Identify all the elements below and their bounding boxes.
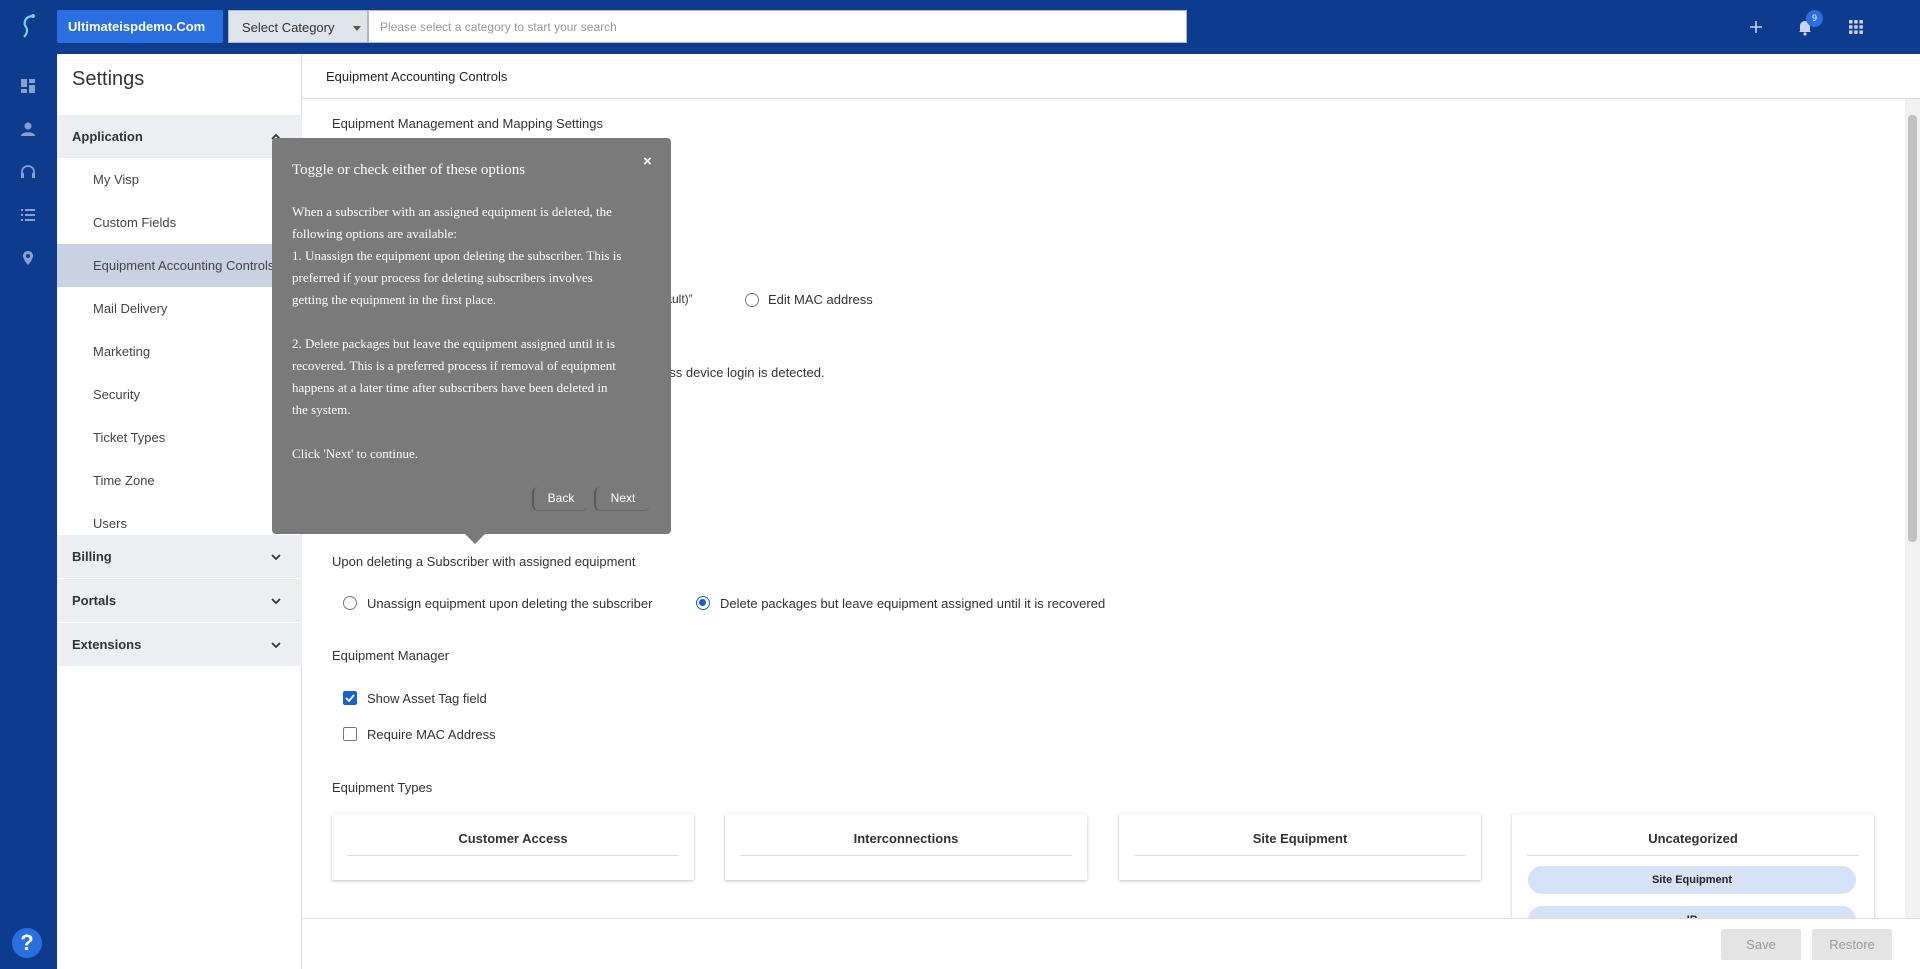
app-logo-icon[interactable] — [18, 13, 40, 39]
sidebar-item-my-visp[interactable]: My Visp — [57, 158, 302, 201]
equipment-type-title: Interconnections — [740, 831, 1072, 856]
section-label: Billing — [72, 549, 112, 564]
help-button[interactable]: ? — [12, 928, 42, 958]
left-rail — [0, 54, 57, 969]
equipment-type-pill[interactable]: Site Equipment — [1528, 866, 1856, 894]
brand-button[interactable]: Ultimateispdemo.Com — [57, 10, 223, 43]
tooltip-text: When a subscriber with an assigned equip… — [292, 204, 612, 219]
edit-mac-radio[interactable] — [745, 293, 759, 307]
content-scrollbar[interactable] — [1905, 99, 1920, 918]
equipment-type-card: Site Equipment — [1119, 814, 1481, 880]
plus-icon[interactable] — [1746, 17, 1766, 37]
tooltip-text: recovered. This is a preferred process i… — [292, 358, 616, 373]
page-title: Equipment Accounting Controls — [326, 69, 508, 84]
notification-badge: 9 — [1806, 10, 1823, 27]
tooltip-text: Click 'Next' to continue. — [292, 446, 418, 461]
device-login-label: ess device login is detected. — [662, 365, 825, 380]
equipment-type-card: Uncategorized Site Equipment IP — [1512, 814, 1874, 918]
checkmark-icon — [345, 694, 355, 703]
tooltip-back-button[interactable]: Back — [532, 487, 588, 511]
sidebar-item-security[interactable]: Security — [57, 373, 302, 416]
category-select-label: Select Category — [242, 20, 335, 35]
require-mac-checkbox[interactable] — [343, 727, 357, 741]
tooltip-text: the system. — [292, 402, 351, 417]
delete-subscriber-heading: Upon deleting a Subscriber with assigned… — [332, 554, 636, 569]
tooltip-text: getting the equipment in the first place… — [292, 292, 496, 307]
equipment-manager-heading: Equipment Manager — [332, 648, 450, 663]
section-label: Application — [72, 129, 143, 144]
equipment-type-card: Interconnections — [725, 814, 1087, 880]
section-application[interactable]: Application — [57, 115, 302, 158]
settings-sidebar: Settings Application My Visp Custom Fiel… — [57, 54, 302, 969]
equipment-type-card: Customer Access — [332, 814, 694, 880]
unassign-equipment-label: Unassign equipment upon deleting the sub… — [367, 596, 653, 611]
section-billing[interactable]: Billing — [57, 535, 302, 578]
top-bar: Ultimateispdemo.Com Select Category 9 — [0, 0, 1920, 54]
sidebar-item-mail-delivery[interactable]: Mail Delivery — [57, 287, 302, 330]
chevron-down-icon — [271, 554, 281, 561]
section-label: Portals — [72, 593, 117, 608]
tooltip-text: 2. Delete packages but leave the equipme… — [292, 336, 616, 351]
main-header: Equipment Accounting Controls — [302, 54, 1920, 99]
scrollbar-thumb[interactable] — [1908, 115, 1917, 542]
edit-mac-label: Edit MAC address — [768, 292, 873, 307]
headset-icon[interactable] — [19, 163, 37, 181]
sidebar-item-ticket-types[interactable]: Ticket Types — [57, 416, 302, 459]
tooltip-text: following options are available: — [292, 226, 457, 241]
require-mac-label: Require MAC Address — [367, 727, 496, 742]
search-input[interactable] — [368, 10, 1187, 43]
section-label: Extensions — [72, 637, 142, 652]
caret-down-icon — [353, 26, 361, 31]
save-button[interactable]: Save — [1721, 929, 1801, 960]
tooltip-title: Toggle or check either of these options — [292, 162, 526, 178]
sidebar-title: Settings — [72, 68, 145, 90]
equipment-type-pill[interactable]: IP — [1528, 906, 1856, 918]
sidebar-item-marketing[interactable]: Marketing — [57, 330, 302, 373]
location-pin-icon[interactable] — [19, 249, 37, 267]
category-select[interactable]: Select Category — [228, 10, 368, 43]
mapping-heading: Equipment Management and Mapping Setting… — [332, 116, 604, 131]
equipment-type-title: Uncategorized — [1527, 831, 1859, 856]
tooltip-text: happens at a later time after subscriber… — [292, 380, 608, 395]
tooltip-text: preferred if your process for deleting s… — [292, 270, 593, 285]
user-icon[interactable] — [19, 120, 37, 138]
equipment-types-heading: Equipment Types — [332, 780, 433, 795]
show-asset-tag-label: Show Asset Tag field — [367, 691, 487, 706]
chevron-down-icon — [271, 642, 281, 649]
equipment-type-title: Site Equipment — [1134, 831, 1466, 856]
delete-packages-label: Delete packages but leave equipment assi… — [720, 596, 1106, 611]
footer-bar: Save Restore — [302, 918, 1920, 969]
chevron-down-icon — [271, 598, 281, 605]
tooltip-text: 1. Unassign the equipment upon deleting … — [292, 248, 622, 263]
close-icon[interactable]: × — [643, 153, 652, 170]
sidebar-item-custom-fields[interactable]: Custom Fields — [57, 201, 302, 244]
equipment-type-title: Customer Access — [347, 831, 679, 856]
list-icon[interactable] — [19, 206, 37, 224]
section-portals[interactable]: Portals — [57, 579, 302, 622]
show-asset-tag-checkbox[interactable] — [343, 691, 357, 705]
delete-packages-radio[interactable] — [696, 596, 710, 610]
tour-tooltip: Toggle or check either of these options … — [272, 138, 671, 544]
tooltip-next-button[interactable]: Next — [594, 487, 650, 511]
unassign-equipment-radio[interactable] — [343, 596, 357, 610]
dashboard-icon[interactable] — [19, 77, 37, 95]
restore-button[interactable]: Restore — [1812, 929, 1892, 960]
section-extensions[interactable]: Extensions — [57, 623, 302, 666]
apps-grid-icon[interactable] — [1846, 17, 1866, 37]
sidebar-item-equipment-accounting-controls[interactable]: Equipment Accounting Controls — [57, 244, 302, 287]
sidebar-item-time-zone[interactable]: Time Zone — [57, 459, 302, 502]
